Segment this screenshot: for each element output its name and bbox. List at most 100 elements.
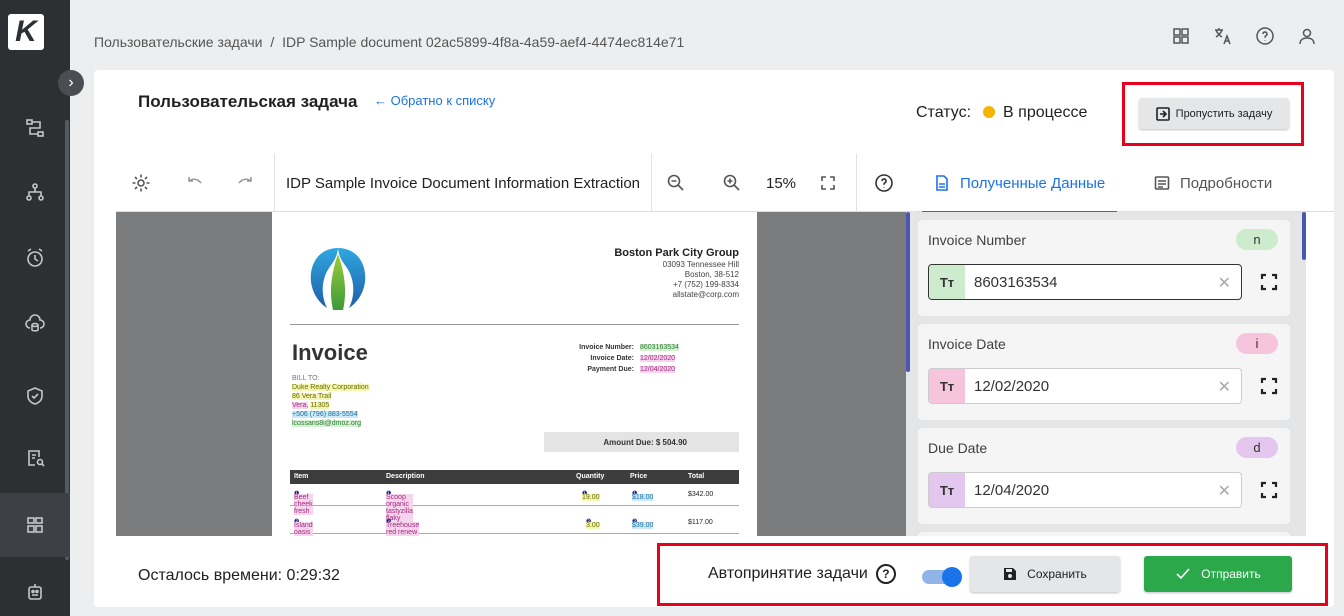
bill-to-block: BILL TO: Duke Realty Corporation 86 Vera… [292,374,369,428]
company-address-line: Boston, 38-512 [684,270,739,279]
sidebar-expand-button[interactable]: › [58,70,84,96]
bill-to-label: BILL TO: [292,375,320,382]
breadcrumb-parent[interactable]: Пользовательские задачи [94,34,262,50]
payment-due-value[interactable]: 12/04/2020 [640,366,676,373]
invoice-date-input[interactable]: Tт 12/02/2020 ✕ [928,368,1242,404]
column-header: Description [386,473,425,480]
column-header: Price [630,473,648,480]
tab-details-label: Подробности [1180,174,1273,192]
field-value[interactable]: 12/04/2020 [974,482,1049,499]
status-dot-icon [983,106,996,118]
flow-icon [26,119,44,137]
bill-to-email[interactable]: lcossans8i@dmoz.org [292,420,361,427]
status-label: Статус: [916,104,972,121]
app-logo[interactable]: K [8,14,44,50]
bill-to-city[interactable]: Vera, [292,402,309,409]
quantity-cell[interactable]: 19.00 [582,494,600,501]
help-icon[interactable]: ? [875,564,896,584]
apps-icon[interactable] [1170,26,1192,48]
bill-to-zip[interactable]: 11305 [310,402,330,409]
settings-button[interactable] [116,154,166,212]
send-label: Отправить [1201,567,1261,581]
bill-to-company[interactable]: Duke Realty Corporation [292,384,369,391]
quantity-cell[interactable]: 3.00 [586,522,600,529]
expand-icon[interactable] [1260,273,1278,291]
top-bar: Пользовательские задачи / IDP Sample doc… [70,0,1344,70]
check-icon [1176,568,1190,580]
payment-due-label: Payment Due: [587,366,634,373]
item-cell[interactable]: Beef cheek fresh [294,494,313,515]
redo-button[interactable] [226,154,266,212]
redo-icon [238,177,252,184]
zoom-in-icon [723,174,740,191]
panel-scrollbar[interactable] [906,212,910,372]
robot-icon [28,584,42,600]
item-cell[interactable]: Island oasis [294,522,313,536]
column-header: Total [688,473,705,480]
translate-icon[interactable] [1212,26,1234,48]
viewer-toolbar: IDP Sample Invoice Document Information … [116,154,913,212]
document-viewer[interactable]: Boston Park City Group 03093 Tennessee H… [116,212,913,536]
clear-icon[interactable]: ✕ [1218,273,1231,293]
zoom-in-button[interactable] [712,154,752,212]
fit-page-button[interactable] [808,154,848,212]
auto-accept-toggle[interactable] [922,567,964,587]
sidebar-item-tasks[interactable] [0,493,70,557]
breadcrumb-separator: / [270,34,275,50]
back-to-list-link[interactable]: ← Обратно к списку [374,93,495,108]
field-label: Due Date [928,440,988,456]
toggle-knob [942,567,962,587]
save-label: Сохранить [1027,567,1087,581]
due-date-input[interactable]: Tт 12/04/2020 ✕ [928,472,1242,508]
zoom-out-button[interactable] [656,154,696,212]
sidebar-item-reports[interactable] [0,426,70,490]
user-icon[interactable] [1296,26,1318,48]
field-badge: n [1236,229,1278,250]
document-title: IDP Sample Invoice Document Information … [276,154,650,212]
grid-icon [27,517,43,533]
help-icon[interactable] [1254,26,1276,48]
description-cell[interactable]: Treehouse red renew food brew healthy [386,522,420,536]
skip-task-button[interactable]: Пропустить задачу [1139,98,1289,129]
sidebar-item-hierarchy[interactable] [0,160,70,224]
company-logo [310,248,366,310]
clear-icon[interactable]: ✕ [1218,481,1231,501]
undo-button[interactable] [174,154,214,212]
tab-extracted-data[interactable]: Полученные Данные [921,154,1118,213]
panel-scrollbar[interactable] [1302,212,1306,260]
sidebar-item-robot[interactable] [0,560,70,616]
expand-icon[interactable] [1260,377,1278,395]
tab-details[interactable]: Подробности [1154,154,1272,212]
sidebar-item-cloud[interactable] [0,292,70,356]
viewer-help-button[interactable] [864,154,904,212]
send-button[interactable]: Отправить [1144,556,1292,592]
invoice-date-value[interactable]: 12/02/2020 [640,355,676,362]
expand-icon[interactable] [1260,481,1278,499]
invoice-heading: Invoice [292,340,368,365]
invoice-number-input[interactable]: Tт 8603163534 ✕ [928,264,1242,300]
field-value[interactable]: 12/02/2020 [974,378,1049,395]
price-cell[interactable]: $39.00 [632,522,654,529]
task-card: Пользовательская задача ← Обратно к спис… [94,70,1334,607]
sidebar-item-security[interactable] [0,364,70,428]
bill-to-phone[interactable]: +506 (796) 883-5554 [292,411,358,418]
sidebar-item-processes[interactable] [0,96,70,160]
hierarchy-icon [26,183,44,201]
sidebar-item-schedule[interactable] [0,226,70,290]
price-cell[interactable]: $18.00 [632,494,654,501]
divider [290,324,739,325]
invoice-number-value[interactable]: 8603163534 [640,344,679,351]
field-invoice-date: Invoice Date i Tт 12/02/2020 ✕ [918,324,1290,420]
save-button[interactable]: Сохранить [970,556,1120,592]
total-cell: $342.00 [688,491,714,498]
field-value[interactable]: 8603163534 [974,274,1057,291]
time-remaining: Осталось времени: 0:29:32 [138,567,340,584]
bill-to-street[interactable]: 86 Vera Trail [292,393,332,400]
auto-accept-label: Автопринятие задачи [708,565,868,582]
zoom-out-icon [667,174,684,191]
field-badge: d [1236,437,1278,458]
invoice-meta: Invoice Number: 8603163534 Invoice Date: 1… [548,342,679,375]
text-type-icon: Tт [929,473,965,507]
clear-icon[interactable]: ✕ [1218,377,1231,397]
help-icon [875,174,893,192]
